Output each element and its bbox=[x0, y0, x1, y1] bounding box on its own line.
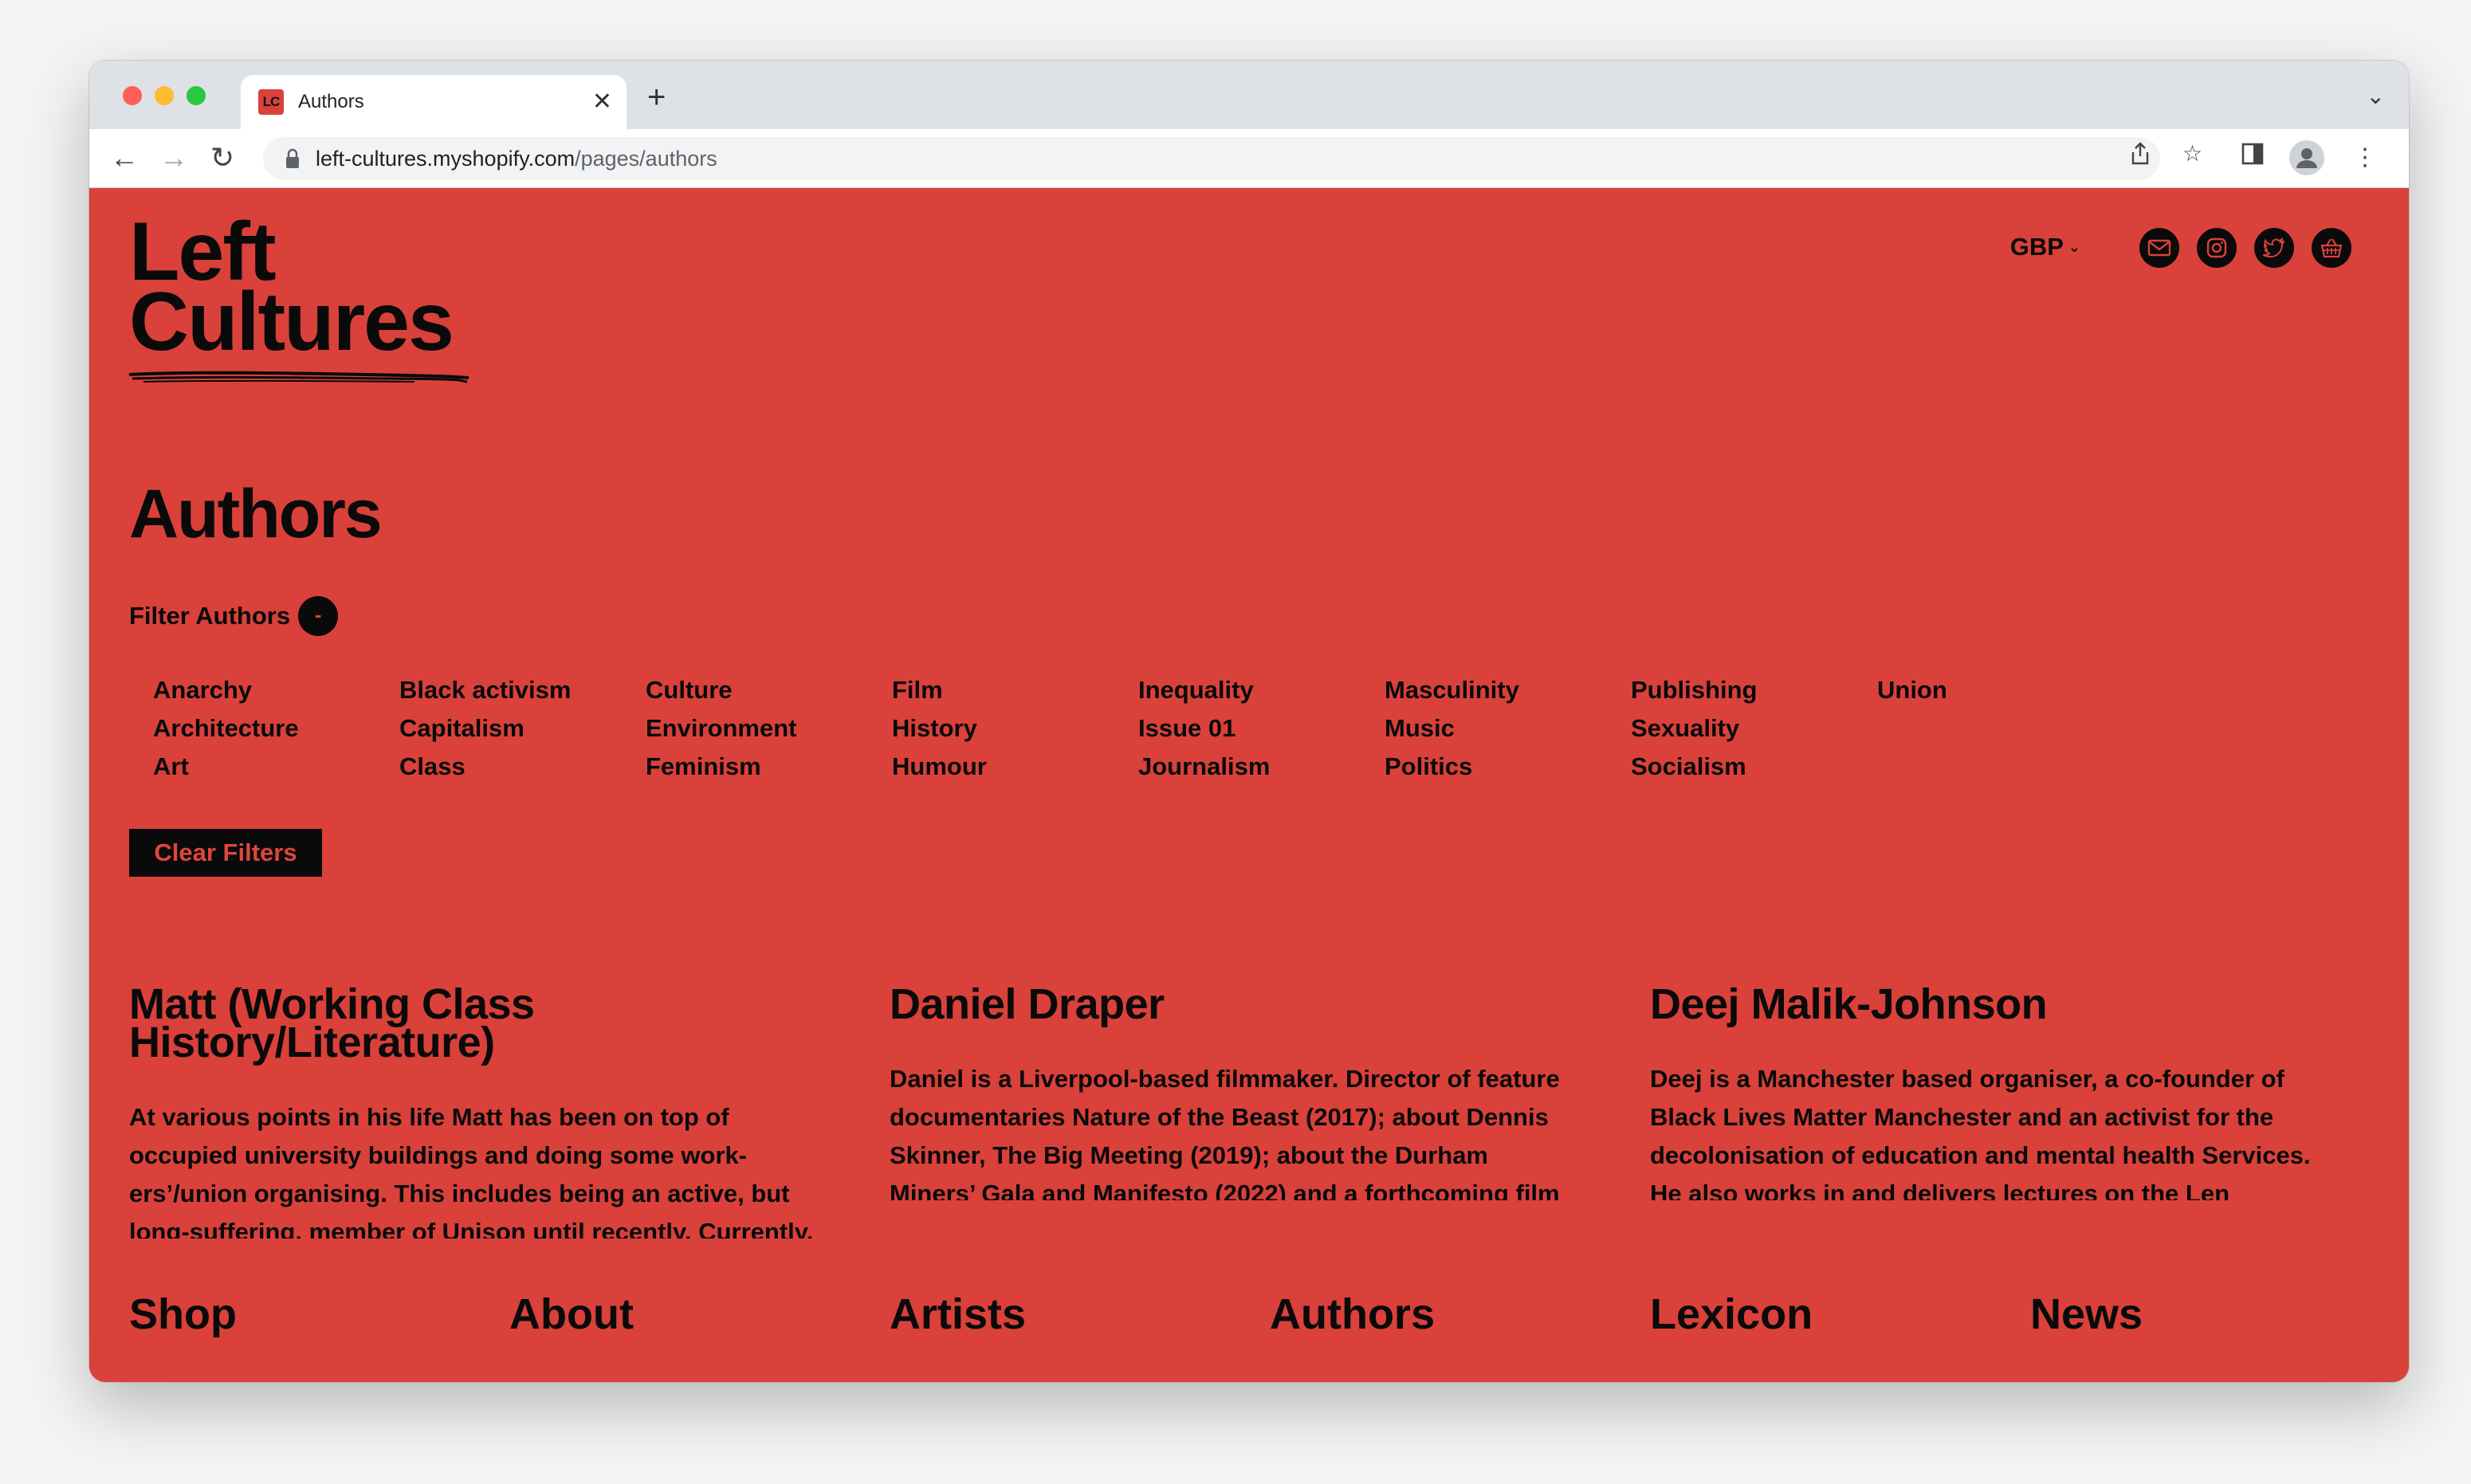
filter-tag[interactable]: Anarchy bbox=[153, 671, 399, 709]
maximize-window-button[interactable] bbox=[187, 86, 206, 105]
collapse-icon[interactable]: - bbox=[298, 596, 339, 636]
filter-tag[interactable]: Music bbox=[1385, 709, 1631, 748]
filter-tag[interactable]: Humour bbox=[892, 748, 1138, 786]
footer-link-lexicon[interactable]: Lexicon bbox=[1650, 1290, 1813, 1339]
filter-tag[interactable]: History bbox=[892, 709, 1138, 748]
filter-tag[interactable]: Film bbox=[892, 671, 1138, 709]
filter-tag[interactable]: Environment bbox=[646, 709, 892, 748]
filter-authors-toggle[interactable]: Filter Authors - bbox=[129, 596, 339, 636]
currency-selector[interactable]: GBP ⌄ bbox=[2010, 233, 2080, 261]
lock-icon bbox=[286, 148, 299, 168]
author-name[interactable]: Matt (Working Class History/Literature) bbox=[129, 983, 815, 1064]
back-arrow-icon[interactable]: ← bbox=[110, 140, 139, 175]
author-card[interactable]: Daniel Draper Daniel is a Liverpool-base… bbox=[890, 983, 1575, 1200]
page-title: Authors bbox=[129, 476, 383, 552]
filter-tag[interactable]: Union bbox=[1877, 671, 2123, 709]
filter-tag[interactable]: Publishing bbox=[1631, 671, 1877, 709]
filter-tag[interactable]: Feminism bbox=[646, 748, 892, 786]
more-menu-icon[interactable]: ⋮ bbox=[2353, 142, 2377, 174]
filter-tag[interactable]: Politics bbox=[1385, 748, 1631, 786]
browser-window: LC Authors ✕ + ⌄ ← → ↻ left-cultures.mys… bbox=[89, 61, 2409, 1382]
footer-link-shop[interactable]: Shop bbox=[129, 1290, 237, 1339]
tab-authors[interactable]: LC Authors ✕ bbox=[241, 75, 627, 129]
reload-icon[interactable]: ↻ bbox=[210, 140, 234, 175]
minimize-window-button[interactable] bbox=[155, 86, 174, 105]
footer-link-news[interactable]: News bbox=[2030, 1290, 2143, 1339]
tab-strip: LC Authors ✕ + ⌄ bbox=[89, 61, 2409, 129]
author-name[interactable]: Deej Malik-Johnson bbox=[1650, 983, 2335, 1026]
forward-arrow-icon[interactable]: → bbox=[159, 140, 188, 175]
filter-tag-list: Anarchy Architecture Art Black activism … bbox=[153, 671, 2123, 786]
twitter-icon[interactable] bbox=[2254, 228, 2294, 268]
close-tab-icon[interactable]: ✕ bbox=[592, 86, 612, 118]
filter-tag[interactable]: Sexuality bbox=[1631, 709, 1877, 748]
author-card[interactable]: Matt (Working Class History/Literature) … bbox=[129, 983, 815, 1239]
filter-tag[interactable]: Journalism bbox=[1138, 748, 1385, 786]
footer-link-authors[interactable]: Authors bbox=[1270, 1290, 1435, 1339]
url-text: left-cultures.myshopify.com/pages/author… bbox=[316, 147, 717, 171]
chevron-down-icon: ⌄ bbox=[2068, 239, 2080, 255]
filter-tag[interactable]: Socialism bbox=[1631, 748, 1877, 786]
mail-icon[interactable] bbox=[2139, 228, 2179, 268]
browser-toolbar: ← → ↻ left-cultures.myshopify.com/pages/… bbox=[89, 129, 2409, 188]
header-actions: GBP ⌄ bbox=[1797, 228, 2371, 268]
instagram-icon[interactable] bbox=[2197, 228, 2237, 268]
filter-tag[interactable]: Culture bbox=[646, 671, 892, 709]
filter-tag[interactable]: Black activism bbox=[399, 671, 646, 709]
logo-line-2: Cultures bbox=[129, 276, 454, 368]
tab-title: Authors bbox=[298, 91, 364, 112]
filter-tag[interactable]: Architecture bbox=[153, 709, 399, 748]
close-window-button[interactable] bbox=[123, 86, 142, 105]
author-card[interactable]: Deej Malik-Johnson Deej is a Manchester … bbox=[1650, 983, 2335, 1200]
favicon-icon: LC bbox=[258, 89, 284, 115]
footer-link-about[interactable]: About bbox=[509, 1290, 634, 1339]
filter-label: Filter Authors bbox=[129, 602, 291, 630]
footer-link-artists[interactable]: Artists bbox=[890, 1290, 1026, 1339]
filter-tag[interactable]: Capitalism bbox=[399, 709, 646, 748]
profile-avatar-icon[interactable] bbox=[2289, 140, 2324, 175]
author-bio: At various points in his life Matt has b… bbox=[129, 1103, 814, 1239]
filter-tag[interactable]: Art bbox=[153, 748, 399, 786]
filter-tag[interactable]: Issue 01 bbox=[1138, 709, 1385, 748]
filter-tag[interactable]: Masculinity bbox=[1385, 671, 1631, 709]
author-name[interactable]: Daniel Draper bbox=[890, 983, 1575, 1026]
side-panel-icon[interactable] bbox=[2241, 142, 2264, 175]
author-bio: Daniel is a Liverpool-based filmmaker. D… bbox=[890, 1065, 1560, 1200]
basket-icon[interactable] bbox=[2312, 228, 2351, 268]
filter-tag[interactable]: Class bbox=[399, 748, 646, 786]
address-bar[interactable]: left-cultures.myshopify.com/pages/author… bbox=[263, 137, 2160, 180]
page-content: Left Cultures GBP ⌄ Authors Filter Autho… bbox=[89, 188, 2409, 1382]
new-tab-icon[interactable]: + bbox=[647, 81, 666, 113]
filter-tag[interactable]: Inequality bbox=[1138, 671, 1385, 709]
site-logo[interactable]: Left Cultures bbox=[129, 210, 454, 368]
bookmark-star-icon[interactable]: ☆ bbox=[2182, 142, 2202, 166]
tab-search-chevron-icon[interactable]: ⌄ bbox=[2367, 83, 2385, 109]
logo-underline-scribble bbox=[128, 371, 469, 383]
author-bio: Deej is a Manchester based organiser, a … bbox=[1650, 1065, 2311, 1200]
share-icon[interactable] bbox=[2130, 142, 2151, 171]
clear-filters-button[interactable]: Clear Filters bbox=[129, 829, 322, 877]
